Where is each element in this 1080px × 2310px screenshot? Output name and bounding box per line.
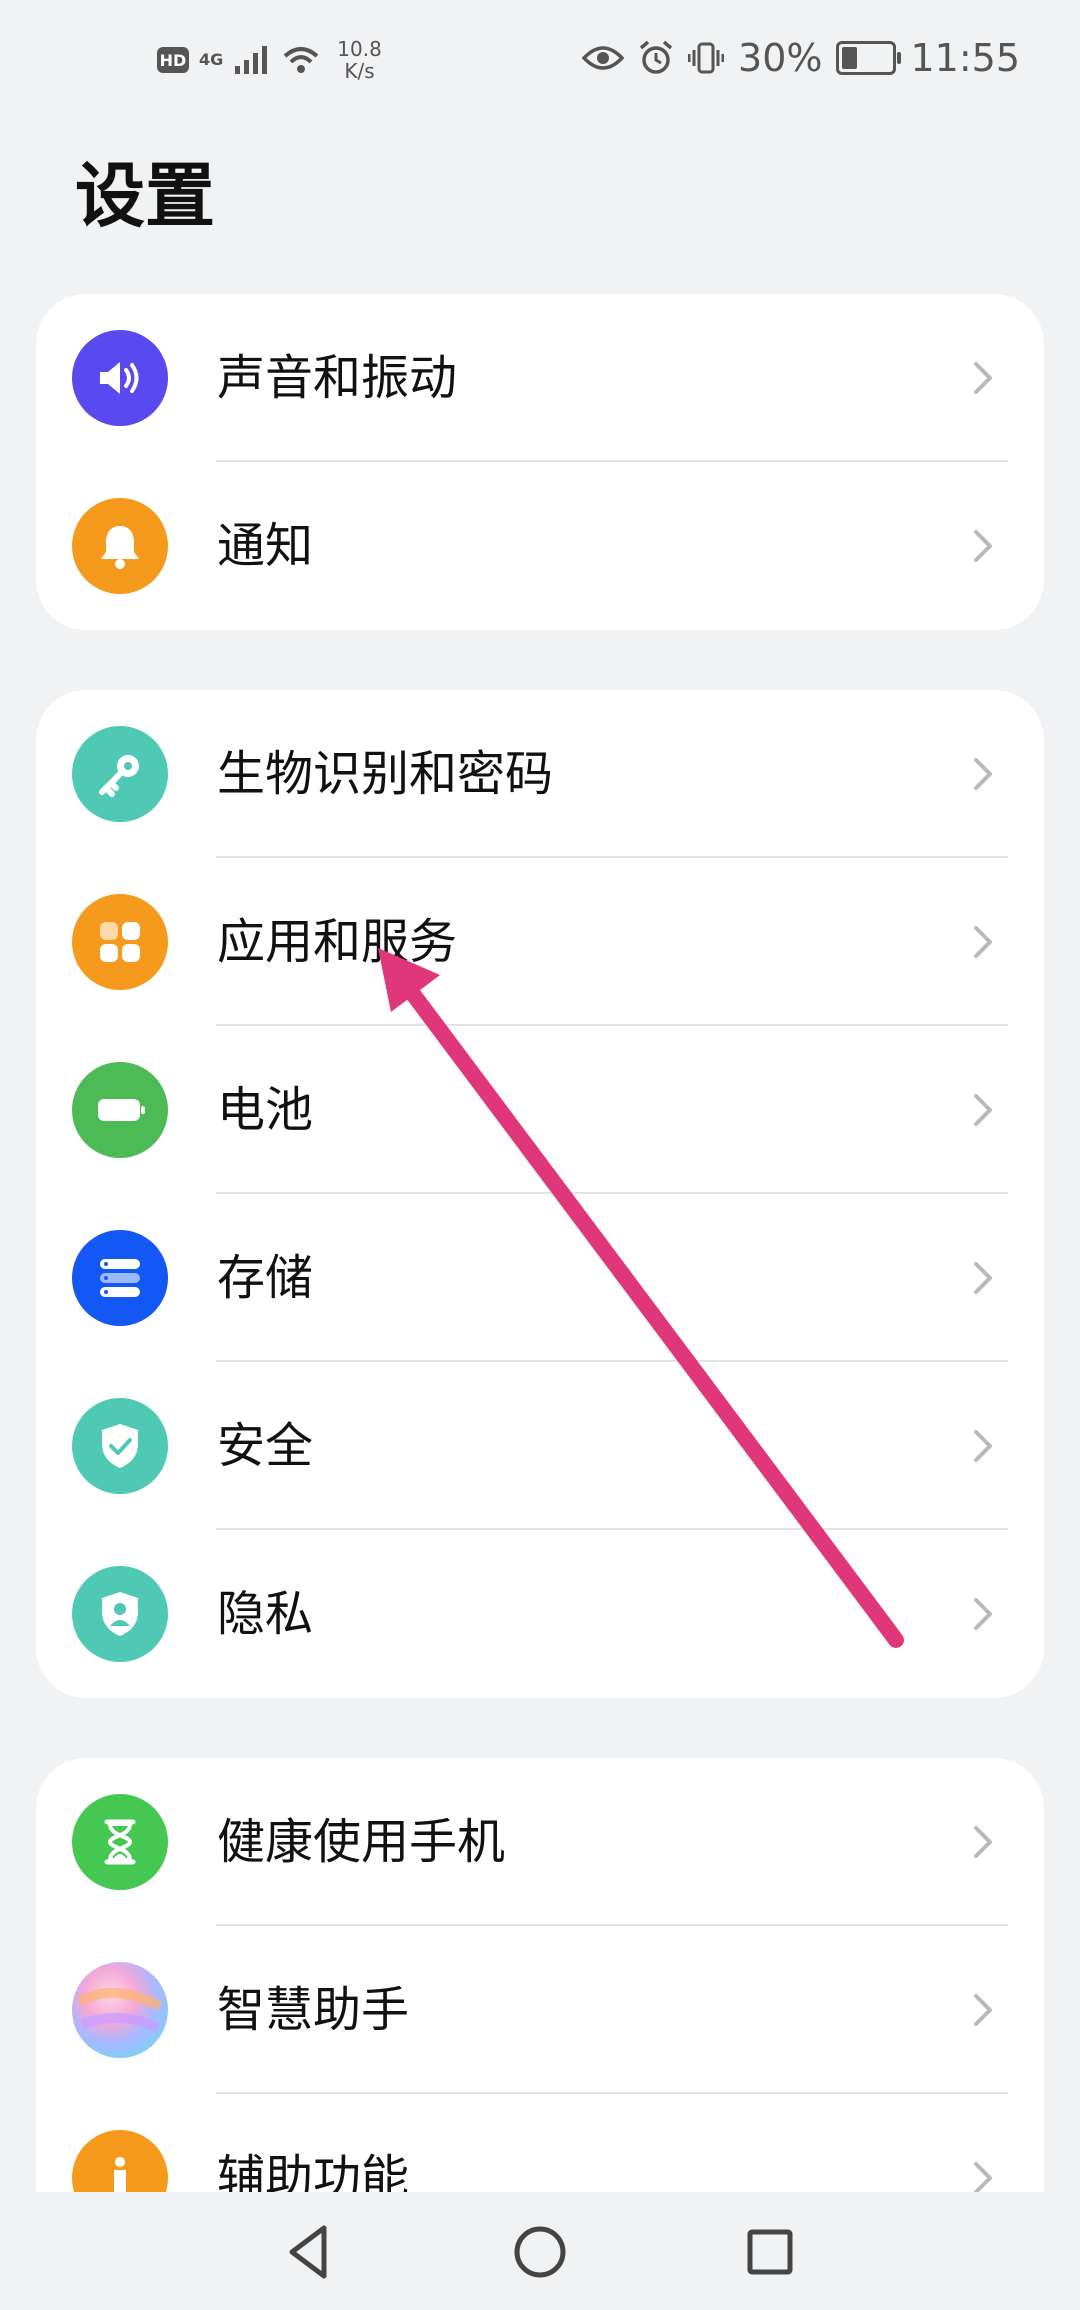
chevron-right-icon (974, 1262, 992, 1294)
chevron-right-icon (960, 1088, 1004, 1132)
chevron-right-icon (960, 1820, 1004, 1864)
speed-value: 10.8 (337, 37, 382, 61)
settings-item-label: 生物识别和密码 (217, 746, 554, 802)
chevron-right-icon (974, 1826, 992, 1858)
battery-fill (842, 47, 857, 69)
settings-item-apps[interactable]: 应用和服务 (36, 858, 1044, 1026)
apps-grid-icon (72, 894, 168, 990)
storage-icon (72, 1230, 168, 1326)
hourglass-icon (72, 1794, 168, 1890)
hd-badge: HD (157, 47, 189, 73)
settings-item-biometrics[interactable]: 生物识别和密码 (36, 690, 1044, 858)
shield-person-icon (72, 1566, 168, 1662)
chevron-right-icon (974, 362, 992, 394)
settings-item-label: 电池 (217, 1082, 314, 1138)
status-bar: HD 4G 10.8 K/s 30% 11:55 (0, 0, 1080, 130)
chevron-right-icon (960, 1592, 1004, 1636)
wifi-icon (283, 47, 319, 73)
chevron-right-icon (974, 1994, 992, 2026)
battery-icon (72, 1062, 168, 1158)
navigation-bar (0, 2192, 1080, 2310)
chevron-right-icon (974, 1598, 992, 1630)
settings-item-storage[interactable]: 存储 (36, 1194, 1044, 1362)
chevron-right-icon (960, 1424, 1004, 1468)
status-left: HD 4G 10.8 K/s (157, 38, 382, 82)
settings-item-digital-balance[interactable]: 健康使用手机 (36, 1758, 1044, 1926)
chevron-right-icon (974, 926, 992, 958)
settings-item-label: 存储 (217, 1250, 314, 1306)
home-nav-icon[interactable] (508, 2220, 572, 2284)
bell-icon (72, 498, 168, 594)
settings-item-sound[interactable]: 声音和振动 (36, 294, 1044, 462)
status-right: 30% 11:55 (582, 36, 1020, 80)
settings-item-label: 安全 (217, 1418, 314, 1474)
settings-item-label: 健康使用手机 (217, 1814, 506, 1870)
clock: 11:55 (910, 36, 1020, 80)
battery-percent: 30% (738, 36, 823, 80)
settings-item-security[interactable]: 安全 (36, 1362, 1044, 1530)
chevron-right-icon (960, 920, 1004, 964)
settings-group-1: 声音和振动 通知 (36, 294, 1044, 630)
settings-item-notifications[interactable]: 通知 (36, 462, 1044, 630)
chevron-right-icon (974, 530, 992, 562)
vibrate-icon (688, 42, 725, 74)
shield-check-icon (72, 1398, 168, 1494)
signal-icon (235, 46, 268, 74)
settings-group-2: 生物识别和密码 应用和服务 电池 存储 安全 隐私 (36, 690, 1044, 1698)
settings-item-label: 应用和服务 (217, 914, 458, 970)
recents-nav-icon[interactable] (738, 2220, 802, 2284)
chevron-right-icon (960, 1988, 1004, 2032)
settings-item-label: 声音和振动 (217, 350, 458, 406)
chevron-right-icon (974, 1094, 992, 1126)
alarm-icon (639, 40, 673, 74)
chevron-right-icon (960, 752, 1004, 796)
back-nav-icon[interactable] (278, 2220, 342, 2284)
chevron-right-icon (974, 1430, 992, 1462)
network-type: 4G (199, 50, 224, 69)
speaker-icon (72, 330, 168, 426)
chevron-right-icon (960, 356, 1004, 400)
page-title: 设置 (75, 155, 215, 237)
chevron-right-icon (960, 1256, 1004, 1300)
assistant-orb-icon (72, 1962, 168, 2058)
settings-item-battery[interactable]: 电池 (36, 1026, 1044, 1194)
key-icon (72, 726, 168, 822)
settings-item-privacy[interactable]: 隐私 (36, 1530, 1044, 1698)
settings-item-label: 通知 (217, 518, 314, 574)
network-speed: 10.8 K/s (337, 38, 382, 82)
chevron-right-icon (974, 758, 992, 790)
chevron-right-icon (960, 524, 1004, 568)
speed-unit: K/s (344, 59, 375, 83)
battery-icon (836, 41, 902, 75)
settings-item-label: 隐私 (217, 1586, 314, 1642)
settings-item-assistant[interactable]: 智慧助手 (36, 1926, 1044, 2094)
eye-icon (582, 46, 625, 70)
settings-item-label: 智慧助手 (217, 1982, 410, 2038)
